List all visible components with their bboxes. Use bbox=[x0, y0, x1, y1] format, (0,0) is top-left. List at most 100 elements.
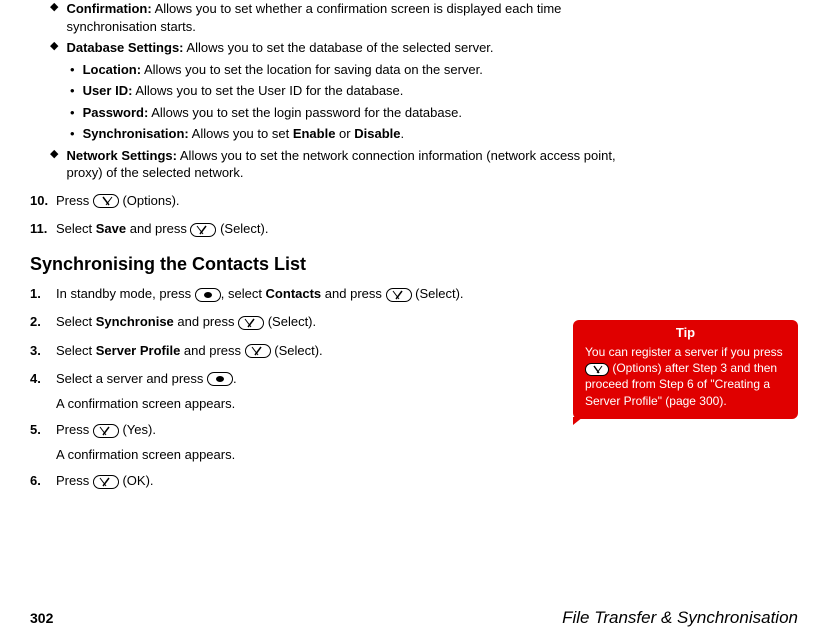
step-11: 11. Select Save and press (Select). bbox=[30, 220, 630, 238]
text-b: and press bbox=[126, 221, 190, 236]
or-text: or bbox=[335, 126, 354, 141]
step-text: Press (Yes). bbox=[56, 421, 630, 439]
tip-text-b: (Options) after Step 3 and then proceed … bbox=[585, 361, 777, 407]
text-b: (Options). bbox=[119, 193, 180, 208]
sync-step-4: 4. Select a server and press . bbox=[30, 370, 630, 388]
text-c: (Select). bbox=[264, 314, 316, 329]
bullet-database: ◆ Database Settings: Allows you to set t… bbox=[30, 39, 630, 57]
text-a: Select bbox=[56, 314, 96, 329]
softkey-left-icon bbox=[93, 424, 119, 438]
step-number: 4. bbox=[30, 370, 50, 388]
softkey-right-icon bbox=[93, 194, 119, 208]
diamond-icon: ◆ bbox=[50, 0, 58, 35]
text-b: , select bbox=[221, 286, 266, 301]
step-text: Press (OK). bbox=[56, 472, 630, 490]
step-number: 1. bbox=[30, 285, 50, 303]
bullet-text: Confirmation: Allows you to set whether … bbox=[66, 0, 630, 35]
bullet-label: Synchronisation: bbox=[83, 126, 189, 141]
step-number: 10. bbox=[30, 192, 50, 210]
bullet-desc: Allows you to set the User ID for the da… bbox=[132, 83, 403, 98]
text-a: Select a server and press bbox=[56, 371, 207, 386]
bullet-text: Synchronisation: Allows you to set Enabl… bbox=[83, 125, 630, 143]
bullet-text: Location: Allows you to set the location… bbox=[83, 61, 630, 79]
text-a: Press bbox=[56, 473, 93, 488]
period: . bbox=[400, 126, 404, 141]
bullet-network: ◆ Network Settings: Allows you to set th… bbox=[30, 147, 630, 182]
tip-box: Tip You can register a server if you pre… bbox=[573, 320, 798, 419]
tip-text-a: You can register a server if you press bbox=[585, 345, 783, 359]
text-a: In standby mode, press bbox=[56, 286, 195, 301]
step-10: 10. Press (Options). bbox=[30, 192, 630, 210]
step-text: Select Server Profile and press (Select)… bbox=[56, 342, 630, 360]
bullet-label: Network Settings: bbox=[66, 148, 177, 163]
step-number: 3. bbox=[30, 342, 50, 360]
page-number: 302 bbox=[30, 610, 53, 626]
bullet-text: Network Settings: Allows you to set the … bbox=[66, 147, 630, 182]
step-text: Select Save and press (Select). bbox=[56, 220, 630, 238]
dot-icon: • bbox=[70, 104, 75, 122]
text-a: Press bbox=[56, 422, 93, 437]
text-a: Allows you to set bbox=[189, 126, 293, 141]
sync-step-1: 1. In standby mode, press , select Conta… bbox=[30, 285, 630, 303]
center-key-icon bbox=[207, 372, 233, 386]
contacts-label: Contacts bbox=[266, 286, 322, 301]
softkey-left-icon bbox=[238, 316, 264, 330]
bullet-desc: Allows you to set the database of the se… bbox=[184, 40, 494, 55]
bullet-label: User ID: bbox=[83, 83, 133, 98]
bullet-text: Password: Allows you to set the login pa… bbox=[83, 104, 630, 122]
step-number: 5. bbox=[30, 421, 50, 439]
bullet-synchronisation: • Synchronisation: Allows you to set Ena… bbox=[30, 125, 630, 143]
bullet-userid: • User ID: Allows you to set the User ID… bbox=[30, 82, 630, 100]
bullet-confirmation: ◆ Confirmation: Allows you to set whethe… bbox=[30, 0, 630, 35]
sync-step-5: 5. Press (Yes). bbox=[30, 421, 630, 439]
bullet-label: Password: bbox=[83, 105, 149, 120]
step-number: 6. bbox=[30, 472, 50, 490]
main-content: ◆ Confirmation: Allows you to set whethe… bbox=[30, 0, 630, 490]
tip-body: You can register a server if you press (… bbox=[573, 344, 798, 409]
footer-title: File Transfer & Synchronisation bbox=[562, 608, 798, 628]
step-number: 2. bbox=[30, 313, 50, 331]
bullet-location: • Location: Allows you to set the locati… bbox=[30, 61, 630, 79]
sync-step-3: 3. Select Server Profile and press (Sele… bbox=[30, 342, 630, 360]
diamond-icon: ◆ bbox=[50, 147, 58, 182]
text-b: (Yes). bbox=[119, 422, 156, 437]
text-b: (OK). bbox=[119, 473, 154, 488]
text-c: (Select). bbox=[271, 343, 323, 358]
bullet-label: Location: bbox=[83, 62, 142, 77]
dot-icon: • bbox=[70, 82, 75, 100]
text-b: and press bbox=[180, 343, 244, 358]
dot-icon: • bbox=[70, 125, 75, 143]
sync-step-2: 2. Select Synchronise and press (Select)… bbox=[30, 313, 630, 331]
bullet-label: Database Settings: bbox=[66, 40, 183, 55]
bullet-desc: Allows you to set the location for savin… bbox=[141, 62, 483, 77]
softkey-left-icon bbox=[93, 475, 119, 489]
step-text: Press (Options). bbox=[56, 192, 630, 210]
tip-header: Tip bbox=[573, 320, 798, 344]
section-heading: Synchronising the Contacts List bbox=[30, 254, 630, 275]
softkey-right-icon bbox=[585, 363, 609, 376]
softkey-left-icon bbox=[386, 288, 412, 302]
disable-label: Disable bbox=[354, 126, 400, 141]
confirmation-text: A confirmation screen appears. bbox=[56, 396, 630, 411]
dot-icon: • bbox=[70, 61, 75, 79]
synchronise-label: Synchronise bbox=[96, 314, 174, 329]
bullet-password: • Password: Allows you to set the login … bbox=[30, 104, 630, 122]
sync-step-6: 6. Press (OK). bbox=[30, 472, 630, 490]
text-a: Select bbox=[56, 221, 96, 236]
bullet-text: Database Settings: Allows you to set the… bbox=[66, 39, 630, 57]
text-b: . bbox=[233, 371, 237, 386]
bullet-label: Confirmation: bbox=[66, 1, 151, 16]
diamond-icon: ◆ bbox=[50, 39, 58, 57]
bullet-text: User ID: Allows you to set the User ID f… bbox=[83, 82, 630, 100]
tip-notch bbox=[573, 417, 583, 425]
step-text: Select Synchronise and press (Select). bbox=[56, 313, 630, 331]
softkey-left-icon bbox=[190, 223, 216, 237]
text-a: Select bbox=[56, 343, 96, 358]
softkey-left-icon bbox=[245, 344, 271, 358]
server-profile-label: Server Profile bbox=[96, 343, 181, 358]
step-text: In standby mode, press , select Contacts… bbox=[56, 285, 630, 303]
confirmation-text: A confirmation screen appears. bbox=[56, 447, 630, 462]
page-footer: 302 File Transfer & Synchronisation bbox=[30, 608, 798, 628]
text-d: (Select). bbox=[412, 286, 464, 301]
step-number: 11. bbox=[30, 220, 50, 238]
